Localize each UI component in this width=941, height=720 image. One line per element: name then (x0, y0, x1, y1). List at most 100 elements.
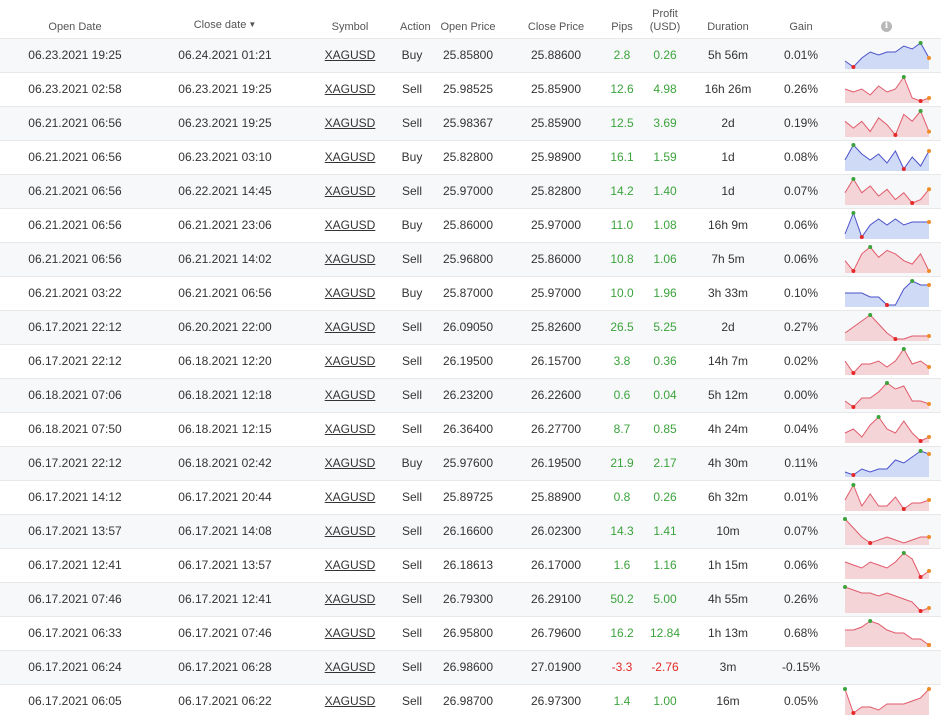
header-action[interactable]: Action (400, 0, 431, 38)
symbol-link[interactable]: XAGUSD (325, 422, 376, 436)
symbol-link[interactable]: XAGUSD (325, 82, 376, 96)
symbol-link[interactable]: XAGUSD (325, 592, 376, 606)
header-duration[interactable]: Duration (686, 0, 770, 38)
symbol-link[interactable]: XAGUSD (325, 48, 376, 62)
open-date-cell: 06.17.2021 06:05 (0, 683, 150, 718)
pips-cell: 3.8 (600, 343, 644, 378)
sparkline-end-marker (926, 687, 931, 691)
table-row[interactable]: 06.17.2021 06:05 06.17.2021 06:22 XAGUSD Se… (0, 683, 941, 718)
profit-value: 0.04 (653, 388, 677, 402)
symbol-link[interactable]: XAGUSD (325, 490, 376, 504)
table-row[interactable]: 06.17.2021 06:24 06.17.2021 06:28 XAGUSD Se… (0, 649, 941, 684)
open-date-value: 06.18.2021 07:50 (28, 422, 122, 436)
pips-cell: 10.0 (600, 275, 644, 310)
duration-cell: 16m (686, 683, 770, 718)
open-date-value: 06.17.2021 14:12 (28, 490, 122, 504)
close-price-cell: 27.01900 (512, 649, 600, 684)
table-row[interactable]: 06.23.2021 19:25 06.24.2021 01:21 XAGUSD Bu… (0, 37, 941, 72)
open-date-value: 06.17.2021 13:57 (28, 524, 122, 538)
table-row[interactable]: 06.18.2021 07:50 06.18.2021 12:15 XAGUSD Se… (0, 411, 941, 446)
header-symbol[interactable]: Symbol (300, 0, 400, 38)
table-row[interactable]: 06.17.2021 22:12 06.18.2021 12:20 XAGUSD Se… (0, 343, 941, 378)
symbol-link[interactable]: XAGUSD (325, 456, 376, 470)
action-value: Sell (401, 660, 422, 674)
sparkline-max-marker (884, 381, 889, 385)
open-date-value: 06.17.2021 22:12 (28, 354, 122, 368)
table-row[interactable]: 06.17.2021 07:46 06.17.2021 12:41 XAGUSD Se… (0, 581, 941, 616)
close-date-cell: 06.18.2021 12:20 (150, 343, 300, 378)
sparkline-chart (844, 177, 931, 205)
gain-value: 0.19% (783, 116, 819, 130)
open-date-cell: 06.21.2021 03:22 (0, 275, 150, 310)
table-row[interactable]: 06.18.2021 07:06 06.18.2021 12:18 XAGUSD Se… (0, 377, 941, 412)
header-open-price[interactable]: Open Price (424, 0, 512, 38)
header-gain[interactable]: Gain (770, 0, 832, 38)
open-date-cell: 06.21.2021 06:56 (0, 173, 150, 208)
info-icon[interactable]: i (881, 20, 892, 32)
action-value: Sell (401, 354, 422, 368)
table-row[interactable]: 06.17.2021 13:57 06.17.2021 14:08 XAGUSD Se… (0, 513, 941, 548)
profit-value: 1.41 (653, 524, 677, 538)
symbol-link[interactable]: XAGUSD (325, 388, 376, 402)
close-price-value: 25.88600 (530, 48, 582, 62)
table-row[interactable]: 06.23.2021 02:58 06.23.2021 19:25 XAGUSD Se… (0, 71, 941, 106)
table-row[interactable]: 06.21.2021 03:22 06.21.2021 06:56 XAGUSD Bu… (0, 275, 941, 310)
symbol-link[interactable]: XAGUSD (325, 218, 376, 232)
duration-value: 10m (716, 524, 740, 538)
table-row[interactable]: 06.17.2021 06:33 06.17.2021 07:46 XAGUSD Se… (0, 615, 941, 650)
close-date-value: 06.18.2021 12:15 (178, 422, 272, 436)
profit-value: 0.26 (653, 490, 677, 504)
table-row[interactable]: 06.21.2021 06:56 06.21.2021 23:06 XAGUSD Bu… (0, 207, 941, 242)
pips-cell: 50.2 (600, 581, 644, 616)
pips-value: 3.8 (613, 354, 631, 368)
symbol-link[interactable]: XAGUSD (325, 320, 376, 334)
symbol-link[interactable]: XAGUSD (325, 354, 376, 368)
header-symbol-label: Symbol (331, 20, 369, 33)
header-pips[interactable]: Pips (600, 0, 644, 38)
header-profit[interactable]: Profit (USD) (644, 0, 686, 38)
open-date-cell: 06.17.2021 22:12 (0, 445, 150, 480)
action-cell: Sell (400, 547, 424, 582)
sparkline-min-marker (918, 609, 923, 613)
symbol-link[interactable]: XAGUSD (325, 184, 376, 198)
sparkline-end-marker (926, 402, 931, 406)
symbol-link[interactable]: XAGUSD (325, 116, 376, 130)
sparkline-max-marker (842, 585, 847, 589)
pips-value: 26.5 (610, 320, 634, 334)
symbol-link[interactable]: XAGUSD (325, 150, 376, 164)
open-date-cell: 06.17.2021 12:41 (0, 547, 150, 582)
sparkline-max-marker (918, 41, 923, 45)
table-row[interactable]: 06.17.2021 14:12 06.17.2021 20:44 XAGUSD Se… (0, 479, 941, 514)
header-info[interactable]: i (832, 0, 941, 38)
duration-value: 5h 56m (707, 48, 749, 62)
table-row[interactable]: 06.21.2021 06:56 06.23.2021 03:10 XAGUSD Bu… (0, 139, 941, 174)
table-row[interactable]: 06.17.2021 22:12 06.20.2021 22:00 XAGUSD Se… (0, 309, 941, 344)
close-date-value: 06.18.2021 12:18 (178, 388, 272, 402)
symbol-link[interactable]: XAGUSD (325, 558, 376, 572)
table-row[interactable]: 06.21.2021 06:56 06.21.2021 14:02 XAGUSD Se… (0, 241, 941, 276)
symbol-link[interactable]: XAGUSD (325, 524, 376, 538)
header-duration-label: Duration (707, 20, 749, 33)
table-row[interactable]: 06.17.2021 12:41 06.17.2021 13:57 XAGUSD Se… (0, 547, 941, 582)
table-row[interactable]: 06.21.2021 06:56 06.23.2021 19:25 XAGUSD Se… (0, 105, 941, 140)
open-price-cell: 26.95800 (424, 615, 512, 650)
close-date-cell: 06.17.2021 14:08 (150, 513, 300, 548)
sparkline-min-marker (850, 711, 855, 715)
header-open-date[interactable]: Open Date (0, 0, 150, 38)
open-price-cell: 25.97000 (424, 173, 512, 208)
profit-cell: 0.26 (644, 37, 686, 72)
pips-value: 50.2 (610, 592, 634, 606)
symbol-link[interactable]: XAGUSD (325, 660, 376, 674)
header-close-date[interactable]: Close date ▼ (150, 0, 300, 38)
open-date-value: 06.21.2021 06:56 (28, 116, 122, 130)
symbol-link[interactable]: XAGUSD (325, 286, 376, 300)
close-price-value: 26.15700 (530, 354, 582, 368)
header-close-price[interactable]: Close Price (512, 0, 600, 38)
profit-value: 12.84 (649, 626, 681, 640)
pips-value: 21.9 (610, 456, 634, 470)
symbol-link[interactable]: XAGUSD (325, 694, 376, 708)
symbol-link[interactable]: XAGUSD (325, 252, 376, 266)
table-row[interactable]: 06.21.2021 06:56 06.22.2021 14:45 XAGUSD Se… (0, 173, 941, 208)
symbol-link[interactable]: XAGUSD (325, 626, 376, 640)
table-row[interactable]: 06.17.2021 22:12 06.18.2021 02:42 XAGUSD Bu… (0, 445, 941, 480)
